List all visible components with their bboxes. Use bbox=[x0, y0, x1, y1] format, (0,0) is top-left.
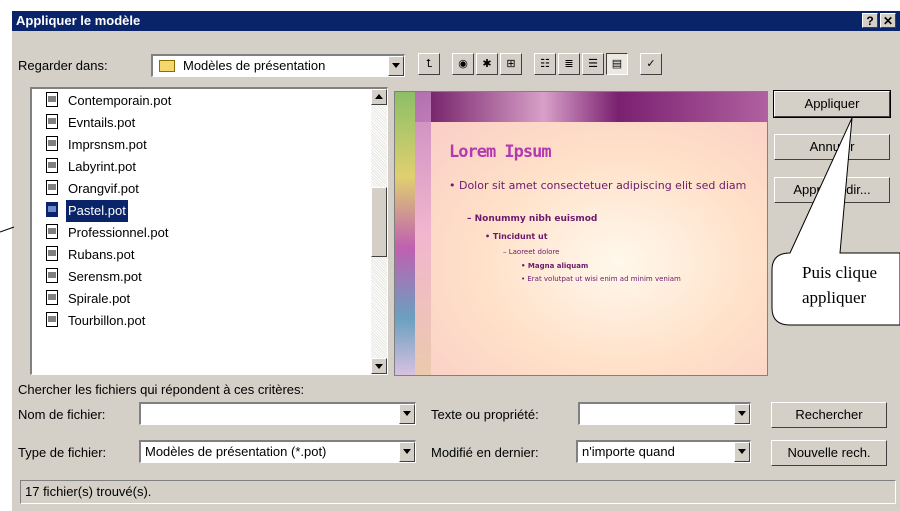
look-in-combobox[interactable]: Modèles de présentation bbox=[151, 54, 405, 77]
template-file-icon bbox=[44, 158, 60, 174]
template-file-icon bbox=[44, 268, 60, 284]
list-item[interactable]: Contemporain.pot bbox=[44, 90, 173, 112]
criteria-label: Chercher les fichiers qui répondent à ce… bbox=[18, 382, 305, 397]
scroll-down-icon[interactable] bbox=[371, 358, 387, 374]
list-item[interactable]: Spirale.pot bbox=[44, 288, 132, 310]
template-file-list[interactable]: Contemporain.pot Evntails.pot Imprsnsm.p… bbox=[30, 87, 388, 375]
list-item[interactable]: Orangvif.pot bbox=[44, 178, 141, 200]
cancel-button[interactable]: Annuler bbox=[774, 134, 890, 160]
preview-bullet-1: • Dolor sit amet consectetuer adipiscing… bbox=[449, 179, 747, 192]
text-property-combobox[interactable] bbox=[578, 402, 751, 425]
search-button[interactable]: Rechercher bbox=[771, 402, 887, 428]
apply-button[interactable]: Appliquer bbox=[773, 90, 891, 118]
add-to-favorites-icon[interactable]: ⊞ bbox=[500, 53, 522, 75]
file-list-scrollbar[interactable] bbox=[371, 89, 387, 374]
list-item[interactable]: Labyrint.pot bbox=[44, 156, 138, 178]
modified-value: n'importe quand bbox=[582, 444, 675, 459]
list-item[interactable]: Professionnel.pot bbox=[44, 222, 170, 244]
scroll-up-icon[interactable] bbox=[371, 89, 387, 105]
template-file-icon bbox=[44, 114, 60, 130]
chevron-down-icon[interactable] bbox=[399, 404, 415, 424]
new-search-button[interactable]: Nouvelle rech. bbox=[771, 440, 887, 466]
template-file-icon bbox=[44, 312, 60, 328]
title-bar[interactable]: Appliquer le modèle ? ✕ bbox=[12, 11, 900, 31]
template-file-icon bbox=[44, 202, 60, 218]
list-item[interactable]: Imprsnsm.pot bbox=[44, 134, 149, 156]
list-item[interactable]: Serensm.pot bbox=[44, 266, 144, 288]
dialog-title: Appliquer le modèle bbox=[16, 13, 141, 28]
list-view-icon[interactable]: ☷ bbox=[534, 53, 556, 75]
status-text: 17 fichier(s) trouvé(s). bbox=[25, 484, 152, 499]
status-bar: 17 fichier(s) trouvé(s). bbox=[20, 480, 896, 504]
template-file-icon bbox=[44, 290, 60, 306]
template-file-icon bbox=[44, 224, 60, 240]
filename-label: Nom de fichier: bbox=[18, 407, 106, 422]
chevron-down-icon[interactable] bbox=[734, 442, 750, 462]
favorites-icon[interactable]: ✱ bbox=[476, 53, 498, 75]
commands-settings-icon[interactable]: ✓ bbox=[640, 53, 662, 75]
chevron-down-icon[interactable] bbox=[734, 404, 750, 424]
folder-icon bbox=[159, 60, 175, 72]
advanced-button[interactable]: Approfondir... bbox=[774, 177, 890, 203]
template-file-icon bbox=[44, 246, 60, 262]
details-view-icon[interactable]: ≣ bbox=[558, 53, 580, 75]
preview-bullet-4: – Laoreet dolore bbox=[503, 248, 560, 256]
template-preview: Lorem Ipsum • Dolor sit amet consectetue… bbox=[394, 91, 768, 376]
preview-side-stripe-2 bbox=[415, 92, 431, 375]
preview-side-stripe bbox=[395, 92, 415, 375]
apply-template-dialog: Appliquer le modèle ? ✕ Regarder dans: M… bbox=[12, 11, 900, 511]
list-item[interactable]: Tourbillon.pot bbox=[44, 310, 147, 332]
callout-line-1: Puis clique bbox=[802, 263, 878, 282]
close-button[interactable]: ✕ bbox=[880, 13, 896, 28]
preview-bullet-3: • Tincidunt ut bbox=[485, 232, 548, 241]
modified-combobox[interactable]: n'importe quand bbox=[576, 440, 751, 463]
preview-bullet-2: – Nonummy nibh euismod bbox=[467, 214, 598, 224]
preview-bullet-5: • Magna aliquam bbox=[521, 262, 589, 270]
help-button[interactable]: ? bbox=[862, 13, 878, 28]
search-web-icon[interactable]: ◉ bbox=[452, 53, 474, 75]
preview-header-band bbox=[395, 92, 767, 122]
look-in-value: Modèles de présentation bbox=[183, 58, 326, 73]
filename-combobox[interactable] bbox=[139, 402, 416, 425]
preview-view-icon[interactable]: ▤ bbox=[606, 53, 628, 75]
preview-title: Lorem Ipsum bbox=[449, 142, 552, 162]
template-file-icon bbox=[44, 92, 60, 108]
text-property-label: Texte ou propriété: bbox=[431, 407, 539, 422]
callout-line-2: appliquer bbox=[802, 288, 867, 307]
filetype-combobox[interactable]: Modèles de présentation (*.pot) bbox=[139, 440, 416, 463]
filetype-value: Modèles de présentation (*.pot) bbox=[145, 444, 327, 459]
up-one-level-icon[interactable]: ⮤ bbox=[418, 53, 440, 75]
list-item[interactable]: Rubans.pot bbox=[44, 244, 137, 266]
properties-view-icon[interactable]: ☰ bbox=[582, 53, 604, 75]
chevron-down-icon[interactable] bbox=[399, 442, 415, 462]
preview-bullet-6: • Erat volutpat ut wisi enim ad minim ve… bbox=[521, 275, 681, 283]
template-file-icon bbox=[44, 136, 60, 152]
scroll-thumb[interactable] bbox=[371, 187, 387, 257]
look-in-label: Regarder dans: bbox=[18, 58, 108, 73]
template-file-icon bbox=[44, 180, 60, 196]
filetype-label: Type de fichier: bbox=[18, 445, 107, 460]
chevron-down-icon[interactable] bbox=[388, 56, 404, 76]
modified-label: Modifié en dernier: bbox=[431, 445, 539, 460]
list-item-selected[interactable]: Pastel.pot bbox=[44, 199, 129, 223]
list-item[interactable]: Evntails.pot bbox=[44, 112, 137, 134]
